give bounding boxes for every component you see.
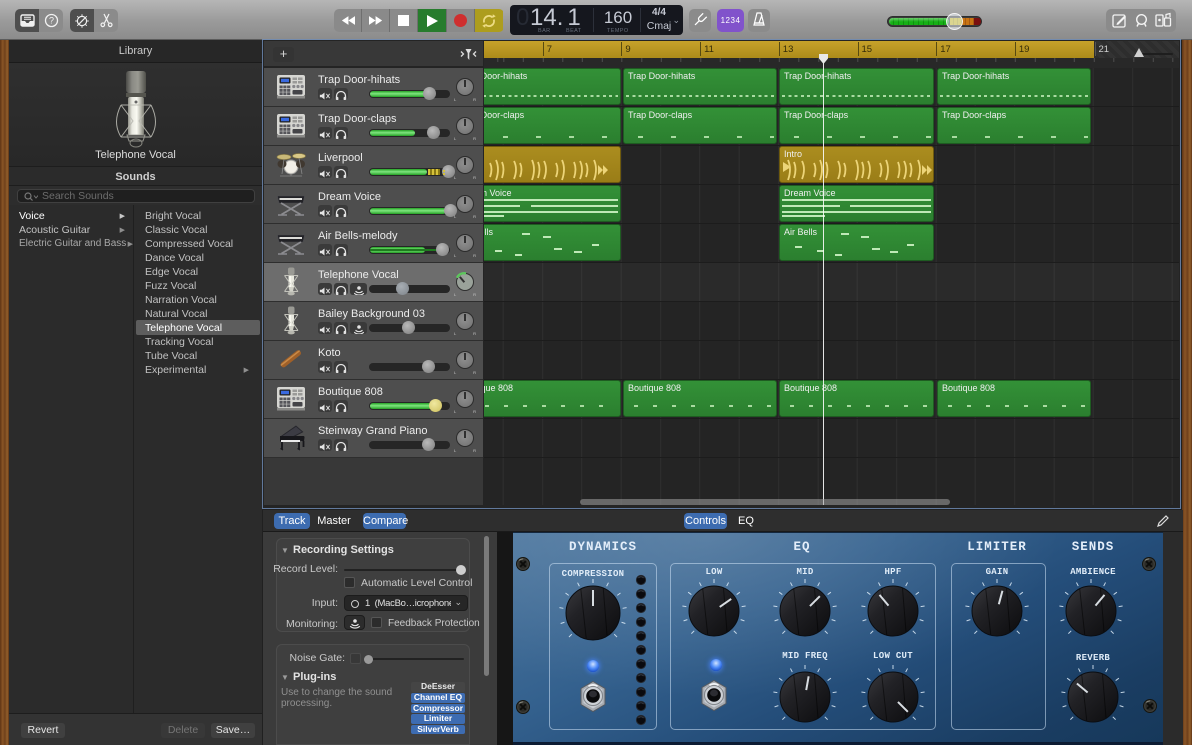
- svg-text:?: ?: [48, 16, 53, 26]
